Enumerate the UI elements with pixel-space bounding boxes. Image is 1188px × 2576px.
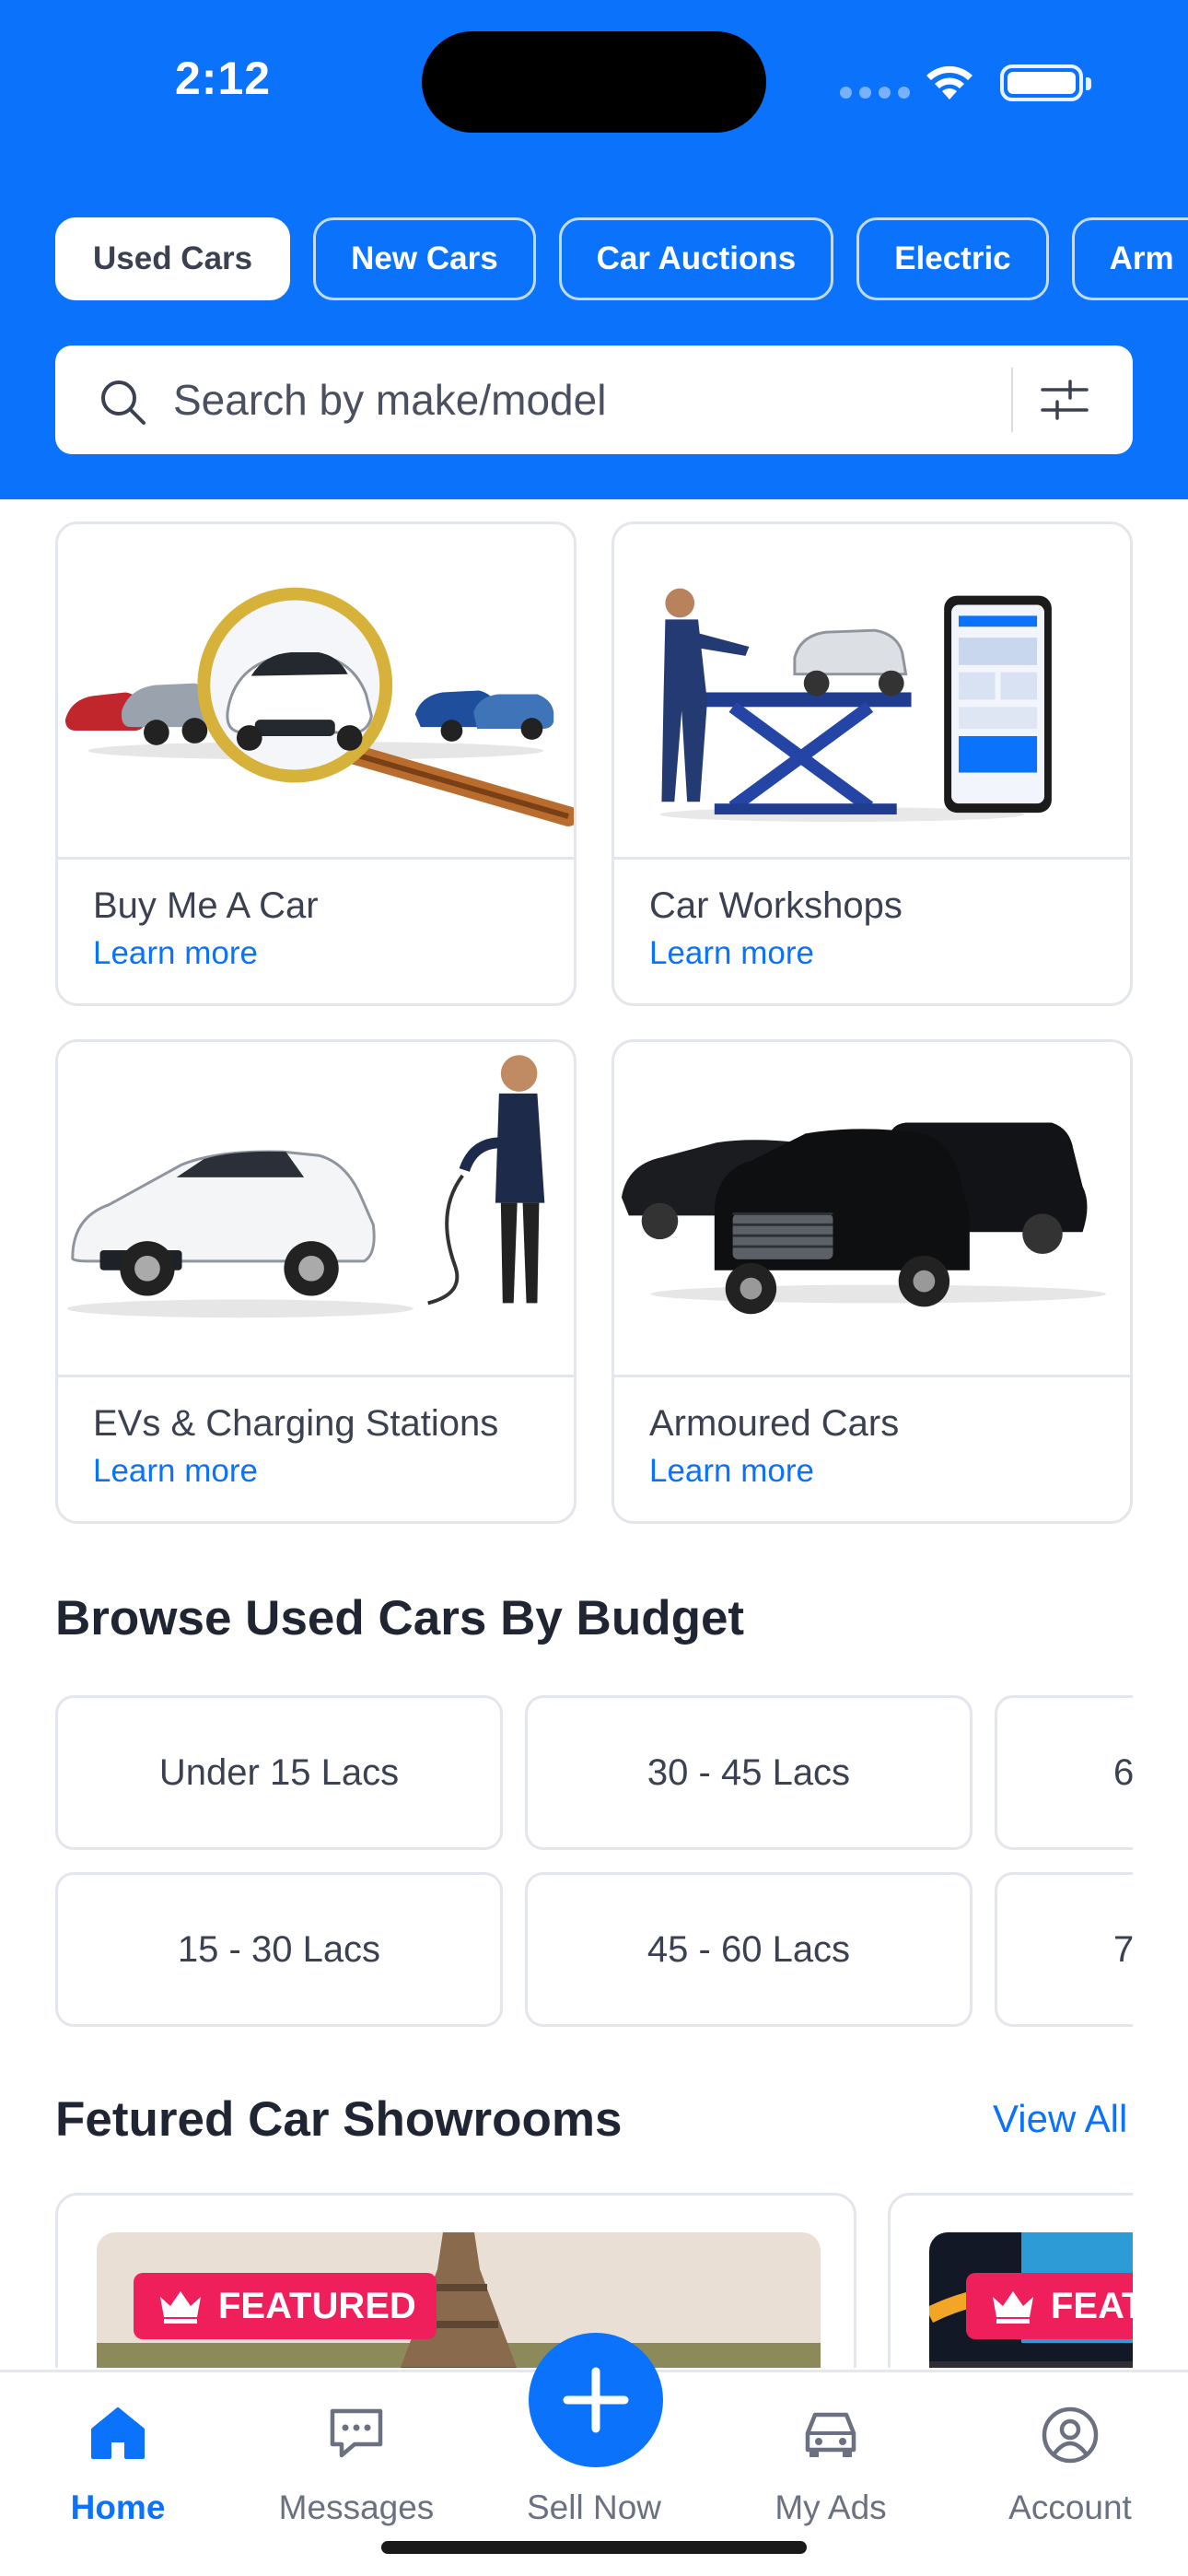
service-title: Car Workshops [649,885,903,926]
showrooms-section-title: Fetured Car Showrooms [55,2092,623,2147]
tab-used-cars[interactable]: Used Cars [55,217,291,300]
sell-now-button[interactable] [529,2333,663,2467]
budget-option[interactable]: 6 [995,1695,1133,1850]
status-time: 2:12 [175,53,272,104]
featured-badge-text: FEATURED [218,2286,416,2326]
budget-option[interactable]: 15 - 30 Lacs [55,1872,503,2027]
learn-more-link[interactable]: Learn more [649,1453,814,1490]
view-all-link[interactable]: View All [993,2097,1127,2141]
crown-icon [993,2291,1033,2324]
status-indicators [840,59,1091,105]
search-icon [101,381,146,425]
learn-more-link[interactable]: Learn more [93,1453,258,1490]
cellular-signal-icon [840,87,910,99]
service-title: Armoured Cars [649,1403,900,1444]
nav-home[interactable]: Home [7,2372,228,2529]
featured-badge-text: FEAT [1051,2286,1133,2326]
nav-my-ads[interactable]: My Ads [720,2372,941,2529]
home-icon [91,2407,145,2459]
nav-my-ads-label: My Ads [775,2488,887,2526]
budget-option[interactable]: 30 - 45 Lacs [525,1695,973,1850]
battery-icon [1000,64,1091,101]
dynamic-island [422,31,766,133]
budget-option[interactable]: 45 - 60 Lacs [525,1872,973,2027]
nav-account-label: Account [1008,2488,1132,2526]
nav-home-label: Home [70,2488,166,2526]
search-divider [1011,368,1013,432]
user-icon [1042,2406,1099,2464]
service-card-buy-me-a-car[interactable]: Buy Me A Car Learn more [55,521,577,1006]
nav-account[interactable]: Account [960,2372,1181,2529]
service-card-car-workshops[interactable]: Car Workshops Learn more [611,521,1133,1006]
car-workshops-image [614,524,1130,860]
tab-car-auctions[interactable]: Car Auctions [558,217,834,300]
nav-messages-label: Messages [278,2488,435,2526]
service-card-armoured-cars[interactable]: Armoured Cars Learn more [611,1039,1133,1524]
nav-messages[interactable]: Messages [246,2372,467,2529]
filter-icon[interactable] [1041,377,1089,423]
learn-more-link[interactable]: Learn more [93,935,258,972]
nav-sell-now-label: Sell Now [527,2488,661,2526]
tab-electric[interactable]: Electric [856,217,1049,300]
home-indicator [381,2541,807,2554]
budget-option[interactable]: Under 15 Lacs [55,1695,503,1850]
search-bar[interactable]: Search by make/model [55,345,1133,454]
car-icon [805,2412,856,2457]
featured-badge: FEATURED [134,2273,437,2339]
plus-icon [563,2367,629,2433]
armoured-cars-image [614,1042,1130,1377]
service-title: Buy Me A Car [93,885,319,926]
showroom-card[interactable]: FEATURED [55,2193,856,2368]
learn-more-link[interactable]: Learn more [649,935,814,972]
tab-new-cars[interactable]: New Cars [313,217,536,300]
budget-option[interactable]: 7 [995,1872,1133,2027]
crown-icon [160,2291,201,2324]
message-icon [330,2408,383,2458]
category-tabs: Used Cars New Cars Car Auctions Electric… [55,217,1188,300]
tab-armoured[interactable]: Arm [1071,217,1188,300]
service-title: EVs & Charging Stations [93,1403,499,1444]
budget-section-title: Browse Used Cars By Budget [55,1591,745,1645]
search-input[interactable]: Search by make/model [173,375,606,425]
wifi-icon [926,65,973,100]
featured-badge: FEAT [966,2273,1133,2339]
buy-me-a-car-image [58,524,574,860]
showroom-card[interactable]: FEAT [888,2193,1133,2368]
budget-grid: Under 15 Lacs 30 - 45 Lacs 6 15 - 30 Lac… [0,1686,1133,2036]
ev-charging-image [58,1042,574,1377]
header: 2:12 Used Cars New Cars Car Auctions Ele… [0,0,1188,499]
service-card-evs-charging[interactable]: EVs & Charging Stations Learn more [55,1039,577,1524]
